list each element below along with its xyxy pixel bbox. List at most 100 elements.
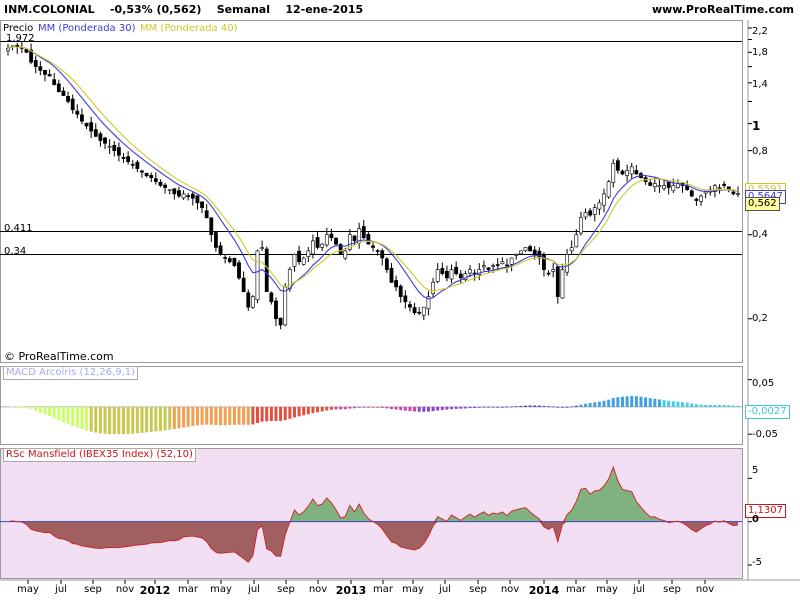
xtick-label: sep — [663, 584, 681, 595]
candle-body — [736, 193, 740, 195]
candle-body — [264, 248, 269, 292]
candle-body — [449, 269, 454, 280]
candle-body — [126, 156, 131, 163]
candle-body — [384, 258, 389, 270]
macd-bar — [154, 406, 158, 432]
candle-body — [606, 181, 611, 198]
candle-body — [200, 201, 204, 208]
macd-bar — [306, 406, 310, 415]
candle-body — [84, 122, 89, 127]
macd-bar — [639, 396, 643, 407]
macd-bar — [718, 405, 722, 407]
candle-body — [546, 272, 551, 275]
macd-bar — [694, 404, 698, 407]
candle-body — [329, 233, 334, 239]
candle-body — [43, 69, 47, 75]
macd-bar — [556, 406, 560, 408]
xtick-label: mar — [178, 584, 198, 595]
macd-bar — [736, 405, 740, 407]
level-label-3: 0,34 — [4, 246, 27, 257]
candle-body — [615, 160, 620, 171]
candle-body — [569, 247, 574, 252]
candle-body — [412, 307, 417, 314]
watermark: © ProRealTime.com — [4, 350, 114, 363]
candle-body — [408, 304, 412, 308]
macd-bar — [681, 402, 685, 407]
candle-body — [283, 286, 288, 326]
macd-bar — [431, 406, 435, 412]
xtick-label: sep — [277, 584, 295, 595]
candle-body — [703, 191, 708, 194]
macd-bar — [690, 403, 694, 407]
candle-body — [657, 185, 662, 188]
macd-bar — [630, 396, 634, 407]
macd-bar — [657, 399, 661, 407]
price-change: -0,53% (0,562) — [109, 3, 202, 16]
macd-bar — [135, 406, 139, 434]
macd-bar — [519, 405, 523, 407]
price-ytick: 0,8 — [752, 146, 768, 157]
macd-bar — [667, 400, 671, 407]
macd-bar — [468, 406, 472, 409]
macd-bar — [325, 406, 329, 411]
macd-bar — [98, 406, 102, 434]
candle-body — [518, 250, 523, 255]
macd-bar — [172, 406, 176, 430]
xtick-label: jul — [633, 584, 645, 595]
candle-body — [458, 273, 463, 279]
candle-body — [209, 217, 214, 236]
macd-bar — [648, 398, 652, 407]
xtick-label: may — [210, 584, 232, 595]
macd-bar — [288, 406, 292, 419]
macd-bar — [34, 406, 38, 411]
legend-ma30: MM (Ponderada 30) — [38, 23, 136, 34]
macd-bar — [117, 406, 121, 435]
macd-bar — [246, 406, 250, 425]
macd-bar — [348, 406, 352, 409]
candle-body — [560, 269, 565, 299]
macd-bar — [366, 406, 370, 408]
macd-bar — [182, 406, 186, 428]
macd-bar — [11, 406, 15, 408]
candle-body — [722, 183, 727, 186]
macd-bar — [602, 400, 606, 407]
candle-body — [246, 292, 251, 308]
macd-bar — [445, 406, 449, 410]
macd-ytick: -0,05 — [752, 429, 778, 440]
candle-body — [186, 195, 191, 197]
candle-body — [269, 292, 274, 303]
candle-body — [380, 250, 385, 259]
macd-bar — [473, 406, 477, 408]
macd-bar — [450, 406, 454, 410]
site-name[interactable]: www.ProRealTime.com — [652, 3, 794, 16]
macd-bar — [510, 406, 514, 408]
candle-body — [163, 184, 167, 188]
candle-body — [297, 250, 301, 263]
candle-body — [107, 145, 112, 148]
candle-body — [320, 243, 325, 248]
macd-bar — [394, 406, 398, 410]
xtick-label: nov — [695, 584, 715, 595]
price-ytick: 2,2 — [752, 26, 768, 37]
candle-body — [500, 261, 505, 265]
candle-body — [421, 306, 426, 316]
candle-body — [237, 262, 241, 279]
macd-bar — [232, 406, 236, 425]
rsc-title: RSc Mansfield (IBEX35 Index) (52,10) — [3, 448, 196, 462]
candle-body — [431, 282, 435, 294]
macd-bar — [362, 406, 366, 408]
candle-body — [523, 247, 528, 251]
candle-body — [417, 311, 422, 314]
macd-bar — [579, 404, 583, 407]
candle-body — [214, 232, 218, 248]
macd-bar — [228, 406, 232, 426]
rsc-ytick: -5 — [752, 557, 762, 568]
candle-body — [144, 173, 149, 177]
candle-body — [699, 195, 703, 202]
macd-bar — [685, 402, 689, 407]
candle-body — [278, 317, 283, 326]
candle-body — [629, 166, 634, 175]
candle-body — [588, 210, 593, 216]
macd-bar — [713, 404, 717, 407]
macd-bar — [588, 403, 592, 407]
